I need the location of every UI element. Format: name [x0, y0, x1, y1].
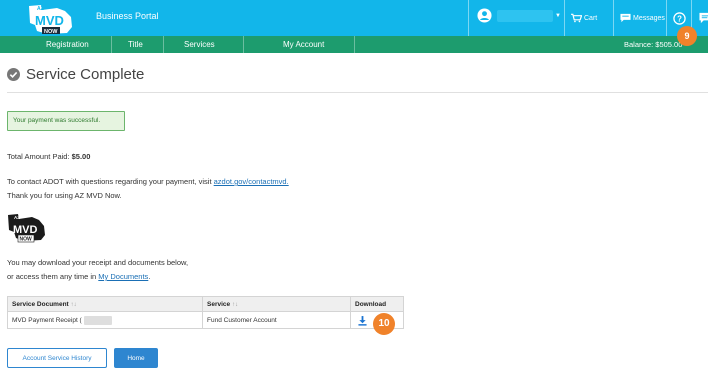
chat-icon: [698, 12, 708, 24]
sort-icon: ↑↓: [231, 301, 238, 308]
cart-label: Cart: [584, 14, 598, 22]
my-documents-link[interactable]: My Documents: [98, 272, 148, 281]
total-paid: Total Amount Paid: $5.00: [7, 152, 90, 161]
step-marker-badge: 10: [373, 313, 395, 335]
cart-link[interactable]: Cart: [565, 13, 613, 23]
column-header-service[interactable]: Service ↑↓: [202, 296, 351, 312]
service-cell: Fund Customer Account: [202, 311, 351, 329]
documents-table: Service Document ↑↓ Service ↑↓ Download …: [7, 296, 404, 329]
sort-icon: ↑↓: [70, 301, 77, 308]
svg-text:AZ: AZ: [14, 215, 20, 220]
download-text-suffix: .: [148, 272, 151, 281]
nav-divider: [163, 36, 164, 53]
az-mvd-now-logo[interactable]: AZ MVD NOW: [27, 1, 75, 35]
nav-divider: [111, 36, 112, 53]
divider: [7, 92, 708, 93]
portal-title: Business Portal: [96, 11, 159, 21]
nav-divider: [354, 36, 355, 53]
svg-text:MVD: MVD: [13, 224, 38, 236]
success-alert: Your payment was successful.: [7, 111, 125, 131]
total-value: $5.00: [71, 152, 91, 161]
download-text: or access them any time in: [7, 272, 99, 281]
svg-text:MVD: MVD: [35, 13, 64, 28]
messages-label: Messages: [633, 14, 665, 22]
table-header-row: Service Document ↑↓ Service ↑↓ Download: [7, 296, 404, 312]
page-heading: Service Complete: [7, 66, 144, 83]
az-mvd-now-logo-small: AZ MVD NOW: [8, 214, 45, 243]
help-icon: ?: [672, 11, 686, 25]
column-header-download: Download: [350, 296, 404, 312]
column-header-service-document[interactable]: Service Document ↑↓: [7, 296, 203, 312]
column-header-label: Download: [355, 300, 387, 308]
column-header-label: Service: [207, 300, 231, 308]
document-cell: MVD Payment Receipt (: [7, 311, 203, 329]
thanks-line: Thank you for using AZ MVD Now.: [7, 191, 122, 200]
cart-icon: [571, 13, 582, 23]
svg-text:?: ?: [677, 14, 682, 23]
svg-text:AZ: AZ: [37, 6, 44, 12]
chat-button[interactable]: [692, 12, 708, 24]
document-name: MVD Payment Receipt (: [12, 316, 82, 324]
messages-link[interactable]: Messages: [614, 13, 666, 23]
chevron-down-icon: ▼: [555, 13, 561, 19]
nav-item-title[interactable]: Title: [128, 36, 143, 53]
help-button[interactable]: ?: [667, 11, 691, 25]
nav-item-registration[interactable]: Registration: [46, 36, 89, 53]
table-row: MVD Payment Receipt ( Fund Customer Acco…: [7, 311, 404, 329]
nav-divider: [243, 36, 244, 53]
svg-text:NOW: NOW: [20, 237, 33, 243]
redacted-text: [83, 315, 112, 325]
nav-item-services[interactable]: Services: [184, 36, 215, 53]
step-marker-badge: 9: [677, 26, 697, 46]
user-circle-icon: [477, 8, 492, 23]
column-header-label: Service Document: [12, 300, 69, 308]
contact-text: To contact ADOT with questions regarding…: [7, 177, 214, 186]
svg-text:NOW: NOW: [44, 29, 58, 35]
user-name-redacted: [497, 10, 553, 22]
download-instructions-1: You may download your receipt and docume…: [7, 258, 189, 267]
header-actions: ▼ Cart Messages ?: [468, 0, 708, 36]
contact-link[interactable]: azdot.gov/contactmvd.: [214, 177, 289, 186]
contact-line: To contact ADOT with questions regarding…: [7, 177, 289, 186]
total-label: Total Amount Paid:: [7, 152, 72, 161]
top-header: AZ MVD NOW Business Portal ▼ Cart Messag…: [0, 0, 708, 36]
message-icon: [620, 13, 631, 23]
download-instructions-2: or access them any time in My Documents.: [7, 272, 150, 281]
page-title: Service Complete: [26, 66, 145, 83]
user-menu[interactable]: ▼: [469, 0, 564, 36]
account-service-history-button[interactable]: Account Service History: [7, 348, 107, 368]
main-nav: Registration Title Services My Account B…: [0, 36, 708, 53]
download-icon[interactable]: [358, 316, 367, 326]
home-button[interactable]: Home: [114, 348, 158, 368]
check-circle-icon: [7, 68, 20, 81]
account-balance: Balance: $505.00: [624, 40, 683, 49]
nav-item-my-account[interactable]: My Account: [283, 36, 324, 53]
